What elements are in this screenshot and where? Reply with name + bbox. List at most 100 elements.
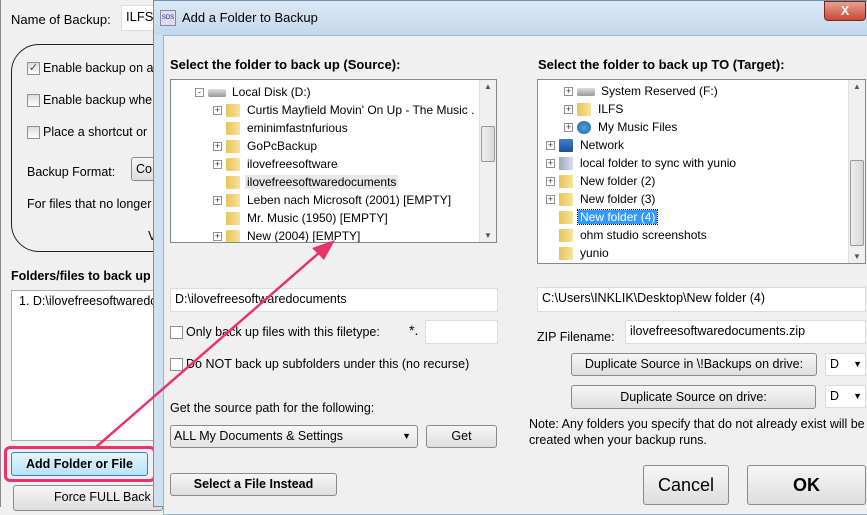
get-button[interactable]: Get (426, 425, 497, 448)
filetype-input[interactable] (425, 320, 498, 344)
tree-item[interactable]: + New folder (3) (546, 190, 657, 208)
tree-item[interactable]: + Leben nach Microsoft (2001) [EMPTY] (213, 191, 453, 209)
filetype-checkbox[interactable] (170, 326, 183, 339)
tree-item[interactable]: eminimfastnfurious (213, 119, 350, 137)
expand-icon[interactable]: + (546, 141, 555, 151)
force-full-backup-button[interactable]: Force FULL Back (13, 485, 163, 511)
scroll-thumb[interactable] (481, 126, 495, 162)
zip-label: ZIP Filename: (537, 330, 615, 344)
folder-icon (226, 230, 240, 242)
tree-item-label: Leben nach Microsoft (2001) [EMPTY] (247, 193, 452, 207)
note-text: Note: Any folders you specify that do no… (529, 417, 865, 447)
main-backup-window: Name of Backup: ILFS ✓ Enable backup on … (0, 0, 181, 511)
source-tree-scrollbar[interactable]: ▲ ▼ (479, 80, 496, 242)
tree-item-label: Curtis Mayfield Movin' On Up - The Music… (247, 103, 475, 117)
zip-filename-input[interactable]: ilovefreesoftwaredocuments.zip (625, 320, 866, 344)
tree-item-label: ohm studio screenshots (580, 228, 707, 242)
tree-item[interactable]: + Network (546, 136, 626, 154)
folder-icon (226, 122, 240, 136)
library-icon (559, 157, 573, 171)
tree-item[interactable]: - Local Disk (D:) (195, 83, 313, 101)
tree-item[interactable]: ilovefreesoftwaredocuments (213, 173, 399, 191)
tree-item[interactable]: yunio (546, 244, 611, 262)
get-path-select[interactable]: ALL My Documents & Settings ▼ (170, 425, 418, 448)
scroll-down-arrow-icon[interactable]: ▼ (484, 231, 492, 240)
option-checkbox-3[interactable] (27, 126, 40, 139)
add-folder-or-file-button[interactable]: Add Folder or File (11, 452, 148, 476)
tree-item-label: New folder (4) (576, 209, 659, 225)
duplicate-backups-drive-select[interactable]: D ▼ (825, 353, 866, 376)
collapse-icon[interactable]: - (195, 88, 204, 98)
expand-icon[interactable]: + (213, 142, 222, 152)
tree-item[interactable]: + My Music Files (564, 118, 679, 136)
scroll-thumb[interactable] (850, 160, 864, 246)
ok-button[interactable]: OK (747, 465, 866, 505)
cancel-button[interactable]: Cancel (643, 465, 729, 505)
tree-item[interactable]: ohm studio screenshots (546, 226, 709, 244)
tree-item-label: local folder to sync with yunio (580, 156, 737, 170)
chevron-down-icon: ▼ (402, 431, 411, 441)
tree-item[interactable]: + New (2004) [EMPTY] (213, 227, 362, 243)
drive-value: D (830, 389, 840, 403)
source-heading: Select the folder to back up (Source): (170, 57, 401, 72)
folders-list[interactable]: 1. D:\ilovefreesoftwaredo (11, 290, 161, 441)
option-checkbox-2[interactable] (27, 94, 40, 107)
tree-item-label: New (2004) [EMPTY] (247, 229, 361, 243)
tree-item[interactable]: New folder (4) (546, 208, 659, 226)
tree-item-label: ilovefreesoftwaredocuments (245, 175, 399, 189)
scroll-up-arrow-icon[interactable]: ▲ (484, 82, 492, 91)
tree-item[interactable]: + local folder to sync with yunio (546, 154, 738, 172)
name-label: Name of Backup: (11, 12, 111, 27)
folder-icon (226, 212, 240, 226)
duplicate-backups-button[interactable]: Duplicate Source in \!Backups on drive: (571, 353, 817, 376)
expand-icon[interactable]: + (564, 87, 573, 97)
source-tree[interactable]: + New (2004) [EMPTY] Mr. Music (1950) [EMP… (170, 79, 497, 243)
tree-item[interactable]: + Curtis Mayfield Movin' On Up - The Musi… (213, 101, 476, 119)
tree-item-label: Mr. Music (1950) [EMPTY] (247, 211, 388, 225)
expand-icon[interactable]: + (213, 196, 222, 206)
tree-item[interactable]: + New folder (2) (546, 172, 657, 190)
target-tree-scrollbar[interactable]: ▲ ▼ (848, 80, 865, 263)
source-path-input[interactable]: D:\ilovefreesoftwaredocuments (170, 288, 498, 312)
dialog-title: Add a Folder to Backup (182, 10, 318, 25)
target-path-input[interactable]: C:\Users\INKLIK\Desktop\New folder (4) (537, 287, 866, 312)
scroll-down-arrow-icon[interactable]: ▼ (853, 252, 861, 261)
folder-icon (226, 176, 240, 190)
duplicate-drive-select[interactable]: D ▼ (825, 385, 866, 408)
close-button[interactable]: X (824, 1, 866, 21)
folder-icon (577, 103, 591, 117)
music-icon (577, 121, 591, 135)
tree-item-label: ilovefreesoftware (247, 157, 338, 171)
expand-icon[interactable]: + (213, 232, 222, 242)
tree-item[interactable]: + ilovefreesoftware (213, 155, 340, 173)
select-file-instead-button[interactable]: Select a File Instead (170, 473, 337, 496)
dialog-titlebar[interactable]: SDS Add a Folder to Backup X (154, 1, 867, 35)
expand-icon[interactable]: + (546, 195, 555, 205)
drive-icon (577, 87, 595, 96)
expand-icon[interactable]: + (564, 105, 573, 115)
expand-icon[interactable]: + (546, 177, 555, 187)
tree-item[interactable]: + GoPcBackup (213, 137, 319, 155)
target-tree[interactable]: yunio ohm studio screenshots New folder (4… (537, 79, 866, 264)
tree-item[interactable]: Mr. Music (1950) [EMPTY] (213, 209, 390, 227)
folder-icon (559, 229, 573, 243)
folders-heading: Folders/files to back up (11, 269, 151, 283)
get-path-label: Get the source path for the following: (170, 401, 375, 415)
filetype-prefix: *. (409, 322, 419, 338)
expand-icon[interactable]: + (213, 106, 222, 116)
expand-icon[interactable]: + (564, 123, 573, 133)
tree-item[interactable]: + ILFS (564, 100, 625, 118)
option-checkbox-1[interactable]: ✓ (27, 62, 40, 75)
tree-item-label: ILFS (598, 102, 624, 116)
scroll-up-arrow-icon[interactable]: ▲ (853, 82, 861, 91)
expand-icon[interactable]: + (546, 159, 555, 169)
expand-icon[interactable]: + (213, 160, 222, 170)
network-icon (559, 139, 573, 153)
folder-icon (226, 104, 240, 118)
folder-icon (559, 193, 573, 207)
no-recurse-checkbox[interactable] (170, 358, 183, 371)
folders-list-item[interactable]: 1. D:\ilovefreesoftwaredo (19, 294, 157, 308)
duplicate-drive-button[interactable]: Duplicate Source on drive: (571, 385, 816, 409)
tree-item-label: New folder (2) (580, 174, 656, 188)
tree-item[interactable]: + System Reserved (F:) (564, 82, 720, 100)
